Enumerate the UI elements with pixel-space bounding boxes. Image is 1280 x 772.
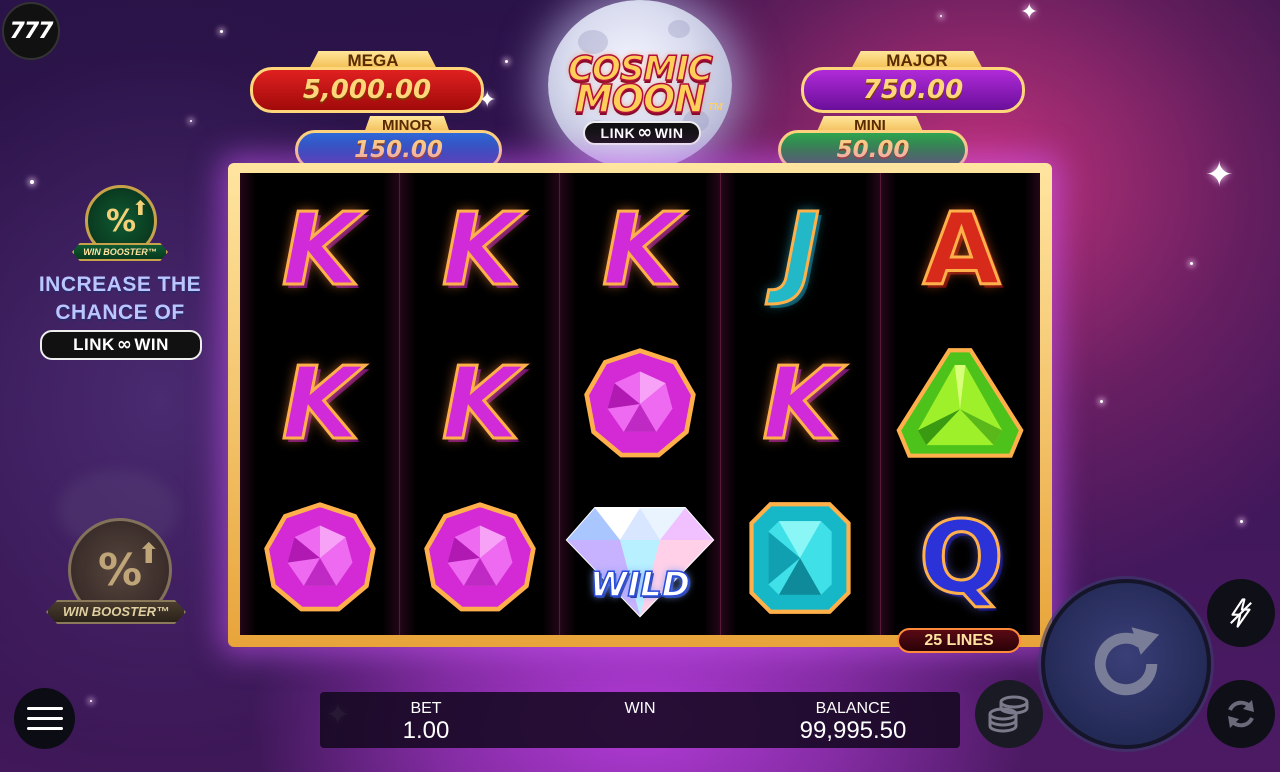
link-win-promo-logo: LINK ∞ WIN: [40, 330, 202, 360]
reel-symbol: Q: [881, 481, 1040, 635]
game-title-line2: MOON: [574, 77, 707, 121]
reel-4: J K: [719, 173, 880, 635]
reel-symbol: K: [240, 173, 399, 327]
autoplay-icon: [1228, 700, 1254, 728]
win-booster-ribbon-small: WIN BOOSTER™: [72, 243, 168, 261]
reel-symbol: A: [881, 173, 1040, 327]
bet-display[interactable]: BET 1.00: [386, 700, 466, 744]
symbol-k: K: [280, 191, 360, 308]
jackpot-major-value: 750.00: [801, 67, 1025, 113]
teal-gem-icon: [749, 502, 851, 614]
reel-2: K K: [399, 173, 560, 635]
symbol-k: K: [601, 191, 681, 308]
sparkle-icon: ✦: [1205, 155, 1234, 195]
promo-line2: CHANCE OF: [55, 301, 185, 324]
reel-symbol: K: [560, 173, 719, 327]
link-win-left: LINK: [73, 335, 115, 354]
autoplay-button[interactable]: [1207, 680, 1275, 748]
link-win-right: WIN: [134, 335, 169, 354]
bet-value: 1.00: [402, 717, 450, 744]
win-booster-ribbon-text: WIN BOOSTER: [83, 247, 148, 257]
link-win-logo: LINK ∞ WIN: [583, 121, 701, 145]
turbo-button[interactable]: [1207, 579, 1275, 647]
reel-symbol: K: [721, 327, 880, 481]
symbol-a: A: [921, 191, 1001, 308]
green-gem-icon: [896, 348, 1024, 458]
link-win-right: WIN: [654, 125, 684, 141]
reel-symbol: [240, 481, 399, 635]
win-display: WIN: [600, 700, 680, 718]
reel-symbol: K: [240, 327, 399, 481]
symbol-k: K: [441, 191, 521, 308]
win-booster-ribbon-large[interactable]: WIN BOOSTER™: [46, 600, 186, 624]
sparkle-icon: ✦: [1020, 0, 1039, 25]
bet-label: BET: [410, 700, 442, 717]
win-booster-tm: ™: [147, 247, 157, 257]
reel-symbol: [881, 327, 1040, 481]
reel-grid: K K K K K WILD J K A Q: [240, 173, 1041, 635]
trademark-mark: TM: [708, 102, 723, 113]
hamburger-icon-bar: [26, 717, 63, 720]
reel-1: K K: [240, 173, 400, 635]
reel-symbol: K: [400, 327, 559, 481]
spin-arrow-icon: [1094, 627, 1160, 696]
reel-symbol: J: [721, 173, 880, 327]
symbol-k: K: [761, 345, 841, 462]
jackpot-mega-value: 5,000.00: [250, 67, 484, 113]
infinity-icon: ∞: [637, 122, 653, 143]
reel-symbol: [721, 481, 880, 635]
link-win-left: LINK: [600, 125, 636, 141]
brand-logo: 777: [2, 2, 60, 60]
symbol-k: K: [441, 345, 521, 462]
win-booster-ribbon-text: WIN BOOSTER: [62, 604, 157, 619]
arrow-up-icon: ⬆: [132, 196, 149, 220]
win-booster-tm: ™: [156, 604, 170, 619]
reel-symbol: K: [400, 173, 559, 327]
reel-3: K WILD: [559, 173, 720, 635]
symbol-q: Q: [917, 499, 1005, 616]
arrow-up-icon: ⬆: [137, 537, 161, 570]
bet-settings-button[interactable]: [975, 680, 1043, 748]
purple-gem-icon: [263, 502, 376, 612]
wild-label: WILD: [589, 564, 691, 606]
percent-icon: %: [97, 544, 143, 596]
reel-5: A Q: [879, 173, 1041, 635]
hamburger-icon-bar: [26, 707, 63, 710]
lightning-off-icon: [1230, 598, 1252, 628]
symbol-k: K: [280, 345, 360, 462]
menu-button[interactable]: [14, 688, 75, 749]
info-bar: BET 1.00 WIN BALANCE 99,995.50: [320, 692, 960, 748]
hamburger-icon-bar: [26, 727, 63, 730]
purple-gem-icon: [584, 348, 696, 458]
win-label: WIN: [624, 700, 656, 717]
reel-symbol-wild: WILD: [560, 481, 719, 635]
coins-icon: [988, 695, 1029, 733]
spin-button[interactable]: [1041, 579, 1211, 749]
balance-display: BALANCE 99,995.50: [783, 700, 923, 744]
balance-value: 99,995.50: [799, 717, 907, 744]
reel-symbol: [400, 481, 559, 635]
promo-line1: INCREASE THE: [38, 273, 202, 296]
infinity-icon: ∞: [116, 334, 133, 355]
reel-symbol: [560, 327, 719, 481]
paylines-badge: 25 LINES: [897, 628, 1021, 653]
purple-gem-icon: [423, 502, 536, 612]
symbol-j: J: [781, 191, 821, 308]
balance-label: BALANCE: [815, 700, 891, 717]
